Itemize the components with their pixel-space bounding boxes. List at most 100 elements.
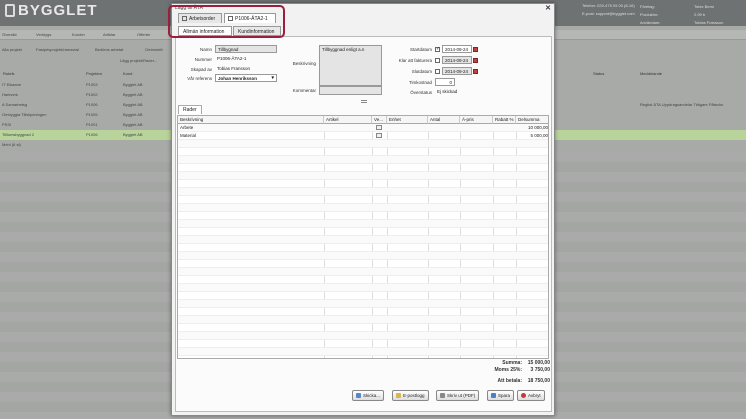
beskrivning-field[interactable]: Tillbyggnad enligt a.n [319,45,382,86]
filter-ombrulett[interactable]: Ombrulett [145,47,163,52]
col-delsumma[interactable]: Delsumma [516,116,548,124]
skicka-button[interactable]: Skicka... [352,390,385,401]
startdatum-checkbox[interactable] [435,46,440,52]
cancel-button[interactable]: Avbryt [517,390,545,401]
table-row[interactable] [178,252,548,260]
row-checkbox[interactable] [376,125,382,130]
table-row[interactable] [178,212,548,220]
table-row[interactable] [178,300,548,308]
save-button[interactable]: Spara [487,390,515,401]
namn-field[interactable]: Tillbygnad [215,45,277,53]
tab-arbetsorder[interactable]: Arbetsorder [178,13,222,23]
calendar-icon[interactable] [473,47,478,52]
col-header-projektnr[interactable]: Projektnr [86,71,102,76]
print-icon [440,393,445,398]
filter-fastpris[interactable]: Fastprisprojekt/ramavtal [36,47,79,52]
ref-label: Vår referens [187,76,212,81]
calendar-icon[interactable] [473,69,478,74]
col-enhet[interactable]: Enhet [387,116,428,124]
table-row[interactable]: Arbete 10 000,00 [178,124,548,132]
status-label: Överstatus [410,90,432,95]
klar-checkbox[interactable] [435,58,440,63]
toolbar-item-verktyg[interactable]: Verktygs [36,32,51,37]
toolbar-item-offerter[interactable]: Offerter [137,32,151,37]
toolbar-item-artiklar[interactable]: Artiklar [103,32,115,37]
filter-bedoms[interactable]: Bedöms arbetat [95,47,123,52]
slutdatum-label: Slutdatum [411,69,432,74]
table-row[interactable] [178,180,548,188]
toolbar-item-oversikt[interactable]: Översikt [2,32,17,37]
col-header-kund[interactable]: Kund [123,71,132,76]
filter-alla[interactable]: Alla projekt [2,47,22,52]
table-row[interactable] [178,172,548,180]
kommentar-label: Kommentar [292,88,316,93]
table-row[interactable] [178,260,548,268]
calendar-icon[interactable] [473,58,478,63]
table-row[interactable] [178,324,548,332]
table-row[interactable] [178,220,548,228]
table-row[interactable] [178,204,548,212]
row-cell: Bygglet AB [123,132,143,137]
table-row[interactable] [178,348,548,356]
table-row[interactable] [178,292,548,300]
table-row[interactable] [178,148,548,156]
total-value: 18 750,00 [527,378,550,384]
epostlogg-button[interactable]: E-postlogg [392,390,429,401]
table-row[interactable] [178,284,548,292]
table-row[interactable] [178,164,548,172]
startdatum-label: Startdatum [409,47,432,52]
tab-rader[interactable]: Rader [178,105,202,114]
table-row[interactable] [178,316,548,324]
slutdatum-checkbox[interactable] [435,69,440,74]
col-antal[interactable]: Antal [428,116,460,124]
klar-label: Klar att fakturera [398,58,432,63]
tab-ata[interactable]: P1006-ÄTA2-1 [224,13,276,23]
table-row[interactable] [178,140,548,148]
print-pdf-button[interactable]: Skriv ut (PDF) [436,390,480,401]
cell-delsumma: 5 000,00 [530,133,548,138]
toolbar-item-kunder[interactable]: Kunder [72,32,85,37]
col-rabatt[interactable]: Rabatt % [493,116,516,124]
row-checkbox[interactable] [376,133,382,138]
nummer-label: Nummer [194,57,212,62]
table-row[interactable] [178,268,548,276]
col-ve[interactable]: Ve... [372,116,387,124]
col-artikel[interactable]: Artikel [324,116,372,124]
tab-allman-information[interactable]: Allmän information [178,26,232,36]
row-cell: Tilllomsbyggnad 2 [2,132,35,137]
table-row[interactable] [178,228,548,236]
close-icon[interactable]: ✕ [545,4,551,12]
summa-value: 15 000,00 [527,360,550,366]
col-beskrivning[interactable]: Beskrivning [178,116,324,124]
table-row[interactable] [178,156,548,164]
table-row[interactable] [178,236,548,244]
slutdatum-field[interactable]: 2014-09-24 [442,67,472,75]
klar-field[interactable]: 2014-09-24 [442,56,472,64]
filter-lagg[interactable]: Lägg projekt/Rader... [120,58,157,63]
table-row[interactable] [178,244,548,252]
startdatum-field[interactable]: 2014-09-24 [442,45,472,53]
nummer-field: P1006-ÄTA2-1 [217,56,247,61]
row-cell: P1006 [86,102,98,107]
envelope-icon [396,393,401,398]
col-header-status[interactable]: Status [593,71,604,76]
col-header-meddelande[interactable]: Meddelande [640,71,662,76]
table-row[interactable] [178,332,548,340]
col-apris[interactable]: Á-pris [460,116,493,124]
row-cell: Hantverk [2,92,19,97]
col-header-rubrik[interactable]: Rubrik [3,71,15,76]
timkostnad-field[interactable]: 0 [435,78,455,86]
table-row[interactable] [178,188,548,196]
pane-splitter[interactable] [361,100,367,103]
table-row[interactable]: Material 5 000,00 [178,132,548,140]
table-row[interactable] [178,196,548,204]
header-label-product: Produktnr: [640,12,659,17]
table-row[interactable] [178,340,548,348]
status-value: Ej skickad [437,89,458,94]
ref-select[interactable]: Johan Henriksson [215,74,277,82]
kommentar-field[interactable] [319,86,382,95]
table-row[interactable] [178,308,548,316]
tab-kundinformation[interactable]: Kundinformation [233,26,281,36]
table-row[interactable] [178,276,548,284]
tab-label: P1006-ÄTA2-1 [235,16,268,22]
